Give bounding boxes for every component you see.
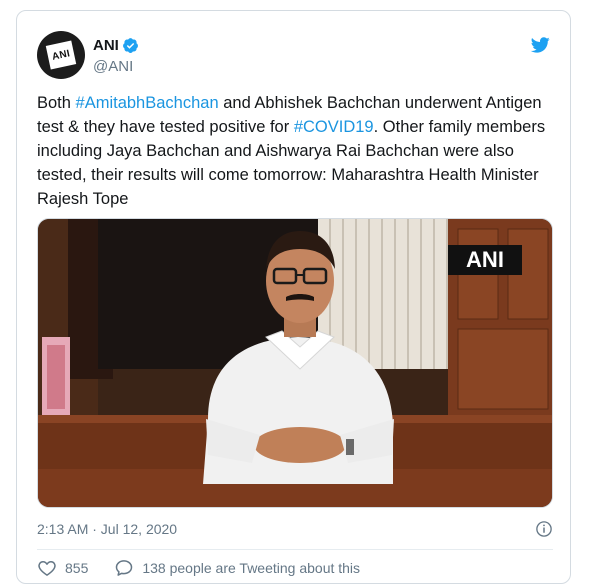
author-name[interactable]: ANI <box>93 37 119 54</box>
author-name-row[interactable]: ANI <box>93 37 139 54</box>
like-button[interactable]: 855 <box>37 558 88 578</box>
tweet-media-image[interactable]: ANI <box>37 218 553 508</box>
tweet-card: ANI ANI @ANI Both #AmitabhBachchan and A… <box>16 10 571 584</box>
tweeting-about-link[interactable]: 138 people are Tweeting about this <box>114 558 360 578</box>
avatar-logo-text: ANI <box>50 47 72 63</box>
tweet-actions: 855 138 people are Tweeting about this <box>37 557 360 579</box>
tweet-header: ANI ANI @ANI <box>37 31 552 81</box>
tweet-text: Both #AmitabhBachchan and Abhishek Bachc… <box>37 91 555 211</box>
hashtag-link[interactable]: #AmitabhBachchan <box>76 94 219 112</box>
speech-bubble-icon <box>116 560 133 576</box>
video-frame: ANI <box>38 219 552 507</box>
divider <box>37 549 553 550</box>
ani-logo: ANI <box>45 40 77 70</box>
hashtag-link[interactable]: #COVID19 <box>294 118 374 136</box>
tweet-text-part: Both <box>37 94 76 112</box>
timestamp-link[interactable]: 2:13 AM · Jul 12, 2020 <box>37 521 177 537</box>
verified-badge-icon <box>122 38 138 53</box>
info-icon[interactable] <box>535 520 553 538</box>
author-handle[interactable]: @ANI <box>93 58 133 75</box>
media-watermark: ANI <box>466 247 504 272</box>
heart-icon <box>38 561 56 576</box>
avatar[interactable]: ANI <box>37 31 85 79</box>
timestamp-row: 2:13 AM · Jul 12, 2020 <box>37 519 553 541</box>
like-count: 855 <box>65 560 89 576</box>
twitter-bird-icon[interactable] <box>528 35 552 55</box>
tweeting-about-text: 138 people are Tweeting about this <box>142 560 361 576</box>
